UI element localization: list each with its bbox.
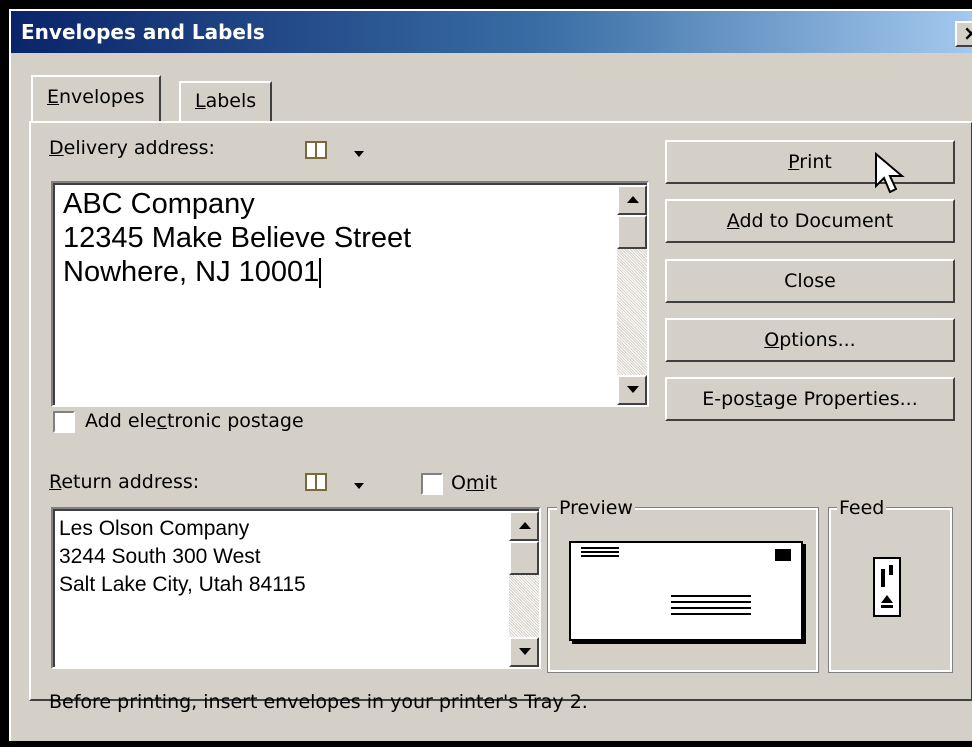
delivery-scrollbar[interactable] (617, 185, 647, 405)
print-label: rint (799, 151, 832, 173)
return-address-field[interactable]: Les Olson Company 3244 South 300 West Sa… (51, 507, 541, 669)
close-button[interactable]: Close (665, 259, 955, 303)
return-scroll-thumb[interactable] (509, 541, 539, 575)
feed-envelope-mark (881, 569, 885, 587)
delivery-address-label: Delivery address: (49, 137, 215, 159)
delivery-address-text: elivery address: (63, 137, 215, 159)
return-line-3: Salt Lake City, Utah 84115 (59, 573, 306, 596)
print-button[interactable]: Print (665, 140, 955, 184)
electronic-postage-label: Add electronic postage (85, 410, 304, 432)
feed-icon[interactable] (873, 557, 901, 617)
return-scrollbar[interactable] (509, 511, 539, 667)
omit-checkbox[interactable] (421, 473, 443, 495)
text-caret (319, 258, 322, 289)
scroll-down-icon[interactable] (617, 375, 647, 405)
print-key: P (788, 151, 800, 173)
scroll-up-icon-glyph (627, 196, 639, 203)
envelopes-labels-dialog: Envelopes and Labels × Envelopes Labels … (9, 9, 972, 741)
preview-title: Preview (557, 497, 635, 519)
feed-envelope-mark-2 (889, 565, 893, 575)
envelope-stamp (775, 549, 791, 561)
delivery-line-3-text: Nowhere, NJ 10001 (63, 256, 320, 288)
tab-envelopes-label: nvelopes (59, 86, 145, 108)
add-label: dd to Document (739, 210, 894, 232)
tab-labels-key: L (195, 90, 206, 112)
epostage-pre: E-pos (702, 388, 755, 410)
delivery-address-field[interactable]: ABC Company 12345 Make Believe Street No… (51, 181, 649, 407)
tab-envelopes[interactable]: Envelopes (31, 75, 161, 121)
postage-key: c (156, 410, 167, 432)
close-icon: × (963, 21, 972, 45)
return-scroll-up-glyph (519, 522, 531, 529)
epostage-post: age Properties... (762, 388, 918, 410)
return-line-1: Les Olson Company (59, 517, 250, 540)
envelope-delivery-lines (671, 595, 751, 597)
return-scroll-down-glyph (519, 648, 531, 655)
scroll-up-icon[interactable] (617, 185, 647, 215)
feed-title: Feed (837, 497, 887, 519)
delivery-line-2: 12345 Make Believe Street (63, 222, 412, 254)
tab-labels-label: abels (205, 90, 257, 112)
address-book-icon[interactable] (305, 141, 327, 159)
feed-eject-arrow-icon (881, 595, 893, 603)
window-title: Envelopes and Labels (21, 20, 265, 44)
omit-pre: O (451, 472, 466, 494)
envelope-preview-icon[interactable] (569, 541, 803, 641)
add-key: A (726, 210, 740, 232)
omit-label: Omit (451, 472, 497, 494)
dropdown-arrow-icon[interactable] (354, 151, 364, 157)
tab-envelopes-key: E (47, 86, 60, 108)
omit-key: m (465, 472, 485, 494)
close-window-button[interactable]: × (955, 21, 972, 47)
omit-post: it (484, 472, 498, 494)
return-dropdown-arrow-icon[interactable] (354, 483, 364, 489)
delivery-address-key: D (49, 137, 64, 159)
return-address-book-icon[interactable] (305, 473, 327, 491)
return-address-inner: Les Olson Company 3244 South 300 West Sa… (53, 509, 539, 667)
return-address-label: Return address: (49, 471, 199, 493)
scroll-down-icon-glyph (627, 386, 639, 393)
status-text: Before printing, insert envelopes in you… (49, 691, 588, 713)
delivery-line-3: Nowhere, NJ 10001 (63, 255, 411, 289)
delivery-line-1: ABC Company (63, 188, 255, 220)
tab-labels[interactable]: Labels (179, 81, 273, 121)
delivery-address-inner: ABC Company 12345 Make Believe Street No… (53, 183, 647, 405)
mouse-cursor-icon (875, 152, 905, 194)
return-line-2: 3244 South 300 West (59, 545, 261, 568)
options-button[interactable]: Options... (665, 318, 955, 362)
return-address-key: R (49, 471, 62, 493)
postage-post: tronic postage (166, 410, 304, 432)
options-label: ptions... (779, 329, 856, 351)
close-label: Close (784, 270, 836, 292)
return-address-text-area: Les Olson Company 3244 South 300 West Sa… (59, 515, 306, 599)
return-scroll-down-icon[interactable] (509, 637, 539, 667)
postage-pre: Add ele (85, 410, 157, 432)
scroll-thumb[interactable] (617, 215, 647, 249)
e-postage-properties-button[interactable]: E-postage Properties... (665, 377, 955, 421)
add-to-document-button[interactable]: Add to Document (665, 199, 955, 243)
return-scroll-up-icon[interactable] (509, 511, 539, 541)
title-bar: Envelopes and Labels × (11, 11, 972, 53)
feed-eject-bar (881, 605, 893, 608)
options-key: O (764, 329, 780, 351)
electronic-postage-checkbox[interactable] (53, 411, 75, 433)
envelope-return-lines (581, 547, 619, 549)
return-address-text: eturn address: (61, 471, 200, 493)
delivery-address-text-area: ABC Company 12345 Make Believe Street No… (63, 187, 411, 289)
